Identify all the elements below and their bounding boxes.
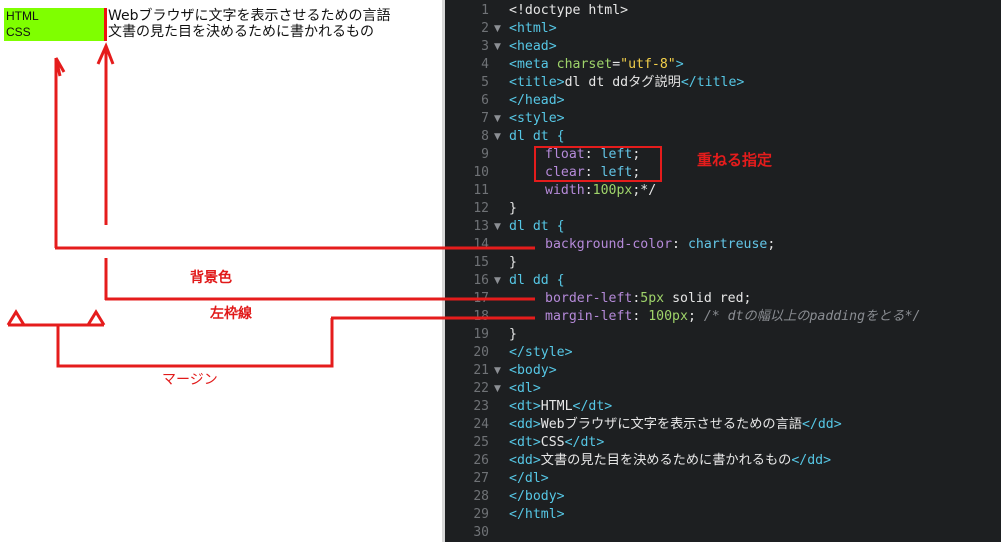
margin-bracket-icon	[6, 309, 334, 368]
line-number: 16	[473, 273, 489, 288]
code-editor[interactable]: 1 2 ▼ 3 ▼ 4 5 6 7 ▼ 8 ▼ 9 10 11 12 13 ▼ 14 15 16 ▼ 17 18 19 20 21 ▼…	[445, 0, 1001, 542]
line-number: 18	[473, 309, 489, 324]
code-line-25: <dt>CSS</dt>	[509, 435, 605, 450]
line-number: 22	[473, 381, 489, 396]
fold-arrow-icon[interactable]: ▼	[494, 362, 501, 380]
line-number: 3	[481, 39, 489, 54]
line-number: 12	[473, 201, 489, 216]
code-line-22: <dl>	[509, 381, 541, 396]
code-line-3: <head>	[509, 39, 557, 54]
code-line-14: background-color: chartreuse;	[545, 237, 776, 252]
code-line-1: <!doctype html>	[509, 3, 629, 18]
fold-arrow-icon[interactable]: ▼	[494, 38, 501, 56]
line-number: 24	[473, 417, 489, 432]
line-number: 2	[481, 21, 489, 36]
code-line-2: <html>	[509, 21, 557, 36]
line-number: 5	[481, 75, 489, 90]
line-number: 26	[473, 453, 489, 468]
line-number: 10	[473, 165, 489, 180]
line-number: 15	[473, 255, 489, 270]
annotation-drawings: 背景色 左枠線 マージン	[6, 42, 334, 388]
line-number: 27	[473, 471, 489, 486]
line-number: 8	[481, 129, 489, 144]
line-number: 7	[481, 111, 489, 126]
line-number: 28	[473, 489, 489, 504]
fold-arrow-icon[interactable]: ▼	[494, 128, 501, 146]
up-arrow-border-icon	[96, 42, 115, 300]
line-number: 6	[481, 93, 489, 108]
line-number: 1	[481, 3, 489, 18]
line-number: 20	[473, 345, 489, 360]
code-line-18: margin-left: 100px; /* dtの幅以上のpaddingをとる…	[545, 309, 921, 324]
code-line-7: <style>	[509, 111, 565, 126]
line-number: 23	[473, 399, 489, 414]
fold-arrow-icon[interactable]: ▼	[494, 20, 501, 38]
fold-arrow-icon[interactable]: ▼	[494, 218, 501, 236]
code-line-21: <body>	[509, 363, 557, 378]
margin-label: マージン	[162, 372, 218, 388]
code-line-20: </style>	[509, 345, 573, 360]
left-border-label: 左枠線	[209, 305, 252, 322]
code-line-26: <dd>文書の見た目を決めるために書かれるもの</dd>	[509, 453, 832, 468]
code-line-19: }	[509, 327, 517, 342]
code-line-16: dl dd {	[509, 273, 565, 288]
code-line-13: dl dt {	[509, 219, 565, 234]
code-line-5: <title>dl dt ddタグ説明</title>	[509, 75, 745, 90]
line-number: 25	[473, 435, 489, 450]
code-line-29: </html>	[509, 507, 565, 522]
rendered-preview-pane: HTML Webブラウザに文字を表示させるための言語 CSS 文書の見た目を決め…	[0, 0, 442, 542]
fold-arrow-icon[interactable]: ▼	[494, 272, 501, 290]
line-number: 17	[473, 291, 489, 306]
background-color-label: 背景色	[190, 269, 232, 286]
fold-arrow-icon[interactable]: ▼	[494, 110, 501, 128]
code-line-4: <meta charset="utf-8">	[509, 57, 684, 72]
up-arrow-background-icon	[54, 57, 66, 248]
line-number: 21	[473, 363, 489, 378]
line-number: 14	[473, 237, 489, 252]
code-line-11: width:100px;*/	[545, 183, 657, 198]
code-line-15: }	[509, 255, 517, 270]
code-line-12: }	[509, 201, 517, 216]
line-number: 11	[473, 183, 489, 198]
overlap-highlight-box	[534, 146, 662, 182]
line-number: 9	[481, 147, 489, 162]
code-line-27: </dl>	[509, 471, 549, 486]
code-line-8: dl dt {	[509, 129, 565, 144]
overlap-label: 重ねる指定	[697, 151, 773, 169]
code-line-17: border-left:5px solid red;	[545, 291, 752, 306]
line-number: 19	[473, 327, 489, 342]
line-number: 13	[473, 219, 489, 234]
fold-arrow-icon[interactable]: ▼	[494, 380, 501, 398]
code-line-24: <dd>Webブラウザに文字を表示させるための言語</dd>	[509, 417, 842, 432]
line-number: 30	[473, 525, 489, 540]
line-number: 4	[481, 57, 489, 72]
code-line-28: </body>	[509, 489, 565, 504]
code-line-6: </head>	[509, 93, 565, 108]
code-line-23: <dt>HTML</dt>	[509, 399, 613, 414]
line-number: 29	[473, 507, 489, 522]
